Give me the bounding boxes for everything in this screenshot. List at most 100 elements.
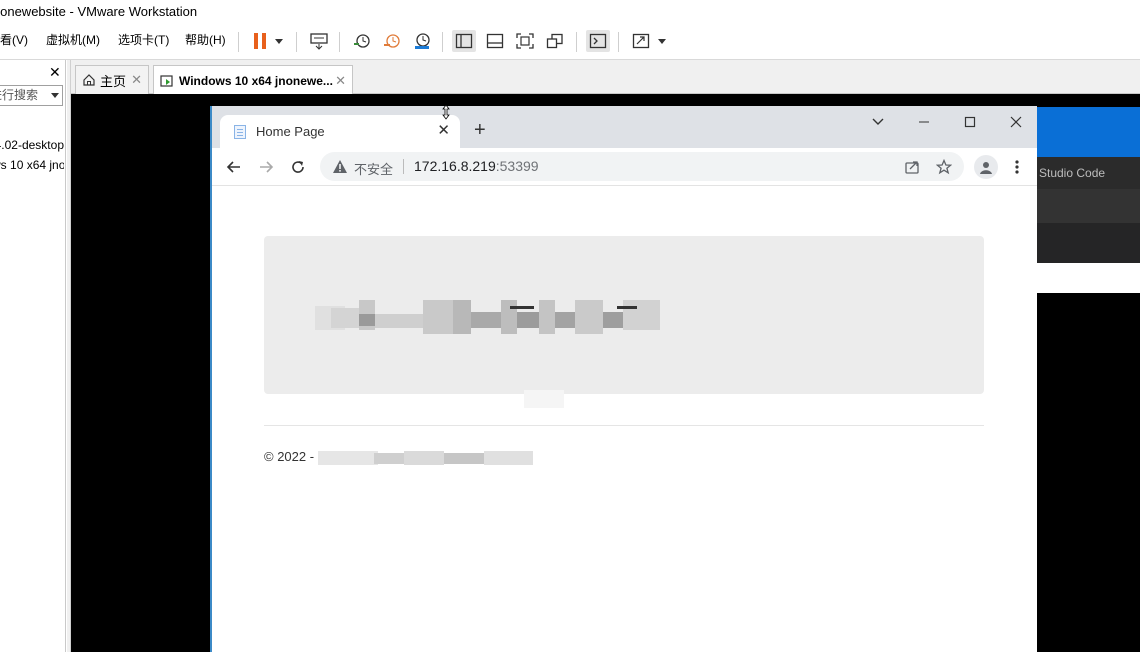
resize-cursor-icon [442, 104, 450, 120]
library-item-ubuntu[interactable]: Ubuntu 64-bit 18.14.02-desktop [0, 138, 64, 152]
share-icon [905, 161, 919, 174]
close-window-button[interactable] [1006, 112, 1026, 132]
profile-button[interactable] [974, 155, 998, 179]
share-button[interactable] [903, 158, 921, 176]
terminal-icon [589, 33, 607, 49]
send-ctrl-alt-del-button[interactable] [307, 30, 331, 52]
footer-copyright: © 2022 - [264, 449, 318, 464]
address-bar[interactable]: 不安全 172.16.8.219:53399 [320, 152, 964, 181]
vscode-title-text: Studio Code [1039, 166, 1106, 180]
unity-mode-button[interactable] [543, 30, 567, 52]
url-text: 172.16.8.219:53399 [414, 158, 539, 174]
close-tab-icon[interactable]: ✕ [335, 73, 346, 89]
vmware-window-title: jnonewebsite - VMware Workstation [0, 0, 1140, 24]
jumbotron-banner [264, 236, 984, 408]
menu-tabs[interactable]: 选项卡(T) [118, 24, 169, 60]
library-item-windows10[interactable]: Windows 10 x64 jnonewebsite [0, 158, 64, 172]
vmware-tab-strip: 主页 ✕ Windows 10 x64 jnonewe... ✕ [71, 60, 1140, 95]
close-icon [1010, 116, 1022, 128]
tab-search-button[interactable] [868, 112, 888, 132]
url-port: :53399 [495, 158, 539, 174]
chevron-down-icon [658, 38, 666, 44]
chevron-down-icon [872, 118, 884, 125]
show-library-button[interactable] [452, 30, 476, 52]
vmware-toolbar: 查看(V) 虚拟机(M) 选项卡(T) 帮助(H) [0, 24, 1140, 60]
background-vscode-window[interactable]: Studio Code [1037, 107, 1140, 293]
revert-snapshot-button[interactable] [380, 30, 404, 52]
vscode-panel [1037, 223, 1140, 263]
search-placeholder: 在此处键入内容进行搜索 [0, 88, 38, 102]
minimize-icon [919, 121, 929, 123]
redacted-subtext [494, 390, 564, 430]
snapshot-manager-button[interactable] [410, 30, 434, 52]
library-item-label: Ubuntu 64-bit 18.14.02-desktop [0, 138, 64, 152]
redacted-footer-name [317, 450, 533, 465]
console-view-button[interactable] [586, 30, 610, 52]
thumbnail-panel-icon [486, 33, 504, 49]
toolbar-separator [618, 32, 619, 52]
library-item-label: Windows 10 x64 jnonewebsite [0, 158, 64, 172]
footer: © 2022 - [264, 449, 533, 465]
maximize-icon [964, 116, 976, 128]
fullscreen-icon [516, 33, 534, 49]
chrome-tab-strip: Home Page ✕ + [212, 106, 1037, 148]
snapshot-manager-icon [415, 33, 430, 49]
footer-divider [264, 425, 984, 426]
arrow-right-icon [260, 161, 274, 173]
chrome-menu-button[interactable] [1007, 157, 1027, 177]
reload-icon [292, 161, 304, 173]
full-screen-button[interactable] [513, 30, 537, 52]
chevron-down-icon [51, 93, 59, 98]
window-title-text: jnonewebsite - VMware Workstation [0, 4, 198, 19]
revert-clock-icon [384, 34, 400, 48]
omnibox-divider [403, 159, 404, 174]
minimize-button[interactable] [914, 112, 934, 132]
vscode-panel [1037, 263, 1140, 293]
pause-vm-button[interactable] [248, 30, 272, 52]
unity-windows-icon [546, 33, 563, 49]
toolbar-separator [238, 32, 239, 52]
security-status-label[interactable]: 不安全 [354, 159, 393, 178]
bookmark-button[interactable] [935, 158, 953, 176]
library-panel: ✕ 在此处键入内容进行搜索 Ubuntu 64-bit 18.14.02-des… [0, 60, 66, 652]
close-library-icon[interactable]: ✕ [49, 64, 61, 81]
toolbar-separator [442, 32, 443, 52]
library-panel-icon [455, 33, 473, 49]
stretch-guest-button[interactable] [629, 30, 653, 52]
warning-triangle-icon [333, 160, 347, 173]
reload-button[interactable] [288, 157, 308, 177]
vscode-label: Studio Code [1037, 157, 1140, 189]
browser-tab-home-page[interactable]: Home Page ✕ [220, 115, 460, 148]
stretch-dropdown-button[interactable] [653, 30, 671, 52]
snapshot-clock-icon [354, 34, 370, 48]
power-dropdown-button[interactable] [270, 30, 288, 52]
tab-home[interactable]: 主页 ✕ [75, 65, 149, 94]
star-icon [936, 159, 952, 175]
vscode-panel [1037, 189, 1140, 223]
menu-vm[interactable]: 虚拟机(M) [46, 24, 100, 60]
page-favicon-icon [234, 125, 246, 139]
thumbnail-bar-button[interactable] [483, 30, 507, 52]
browser-tab-title: Home Page [256, 124, 325, 139]
redacted-heading [315, 298, 660, 342]
menu-help[interactable]: 帮助(H) [185, 24, 226, 60]
arrow-left-icon [226, 161, 240, 173]
maximize-button[interactable] [960, 112, 980, 132]
back-button[interactable] [224, 157, 244, 177]
url-host: 172.16.8.219 [414, 158, 496, 174]
close-tab-icon[interactable]: ✕ [131, 72, 142, 88]
take-snapshot-button[interactable] [350, 30, 374, 52]
toolbar-separator [296, 32, 297, 52]
menu-view[interactable]: 查看(V) [0, 24, 28, 60]
vm-play-icon [160, 74, 173, 87]
home-icon [83, 74, 95, 86]
tab-windows10-vm[interactable]: Windows 10 x64 jnonewe... ✕ [153, 65, 353, 95]
new-tab-button[interactable]: + [474, 120, 486, 140]
forward-button[interactable] [256, 157, 276, 177]
toolbar-separator [339, 32, 340, 52]
toolbar-separator [576, 32, 577, 52]
tab-label: Windows 10 x64 jnonewe... [179, 73, 333, 88]
close-tab-icon[interactable]: ✕ [437, 121, 450, 139]
chevron-down-icon [275, 38, 283, 44]
library-search-input[interactable]: 在此处键入内容进行搜索 [0, 85, 63, 106]
